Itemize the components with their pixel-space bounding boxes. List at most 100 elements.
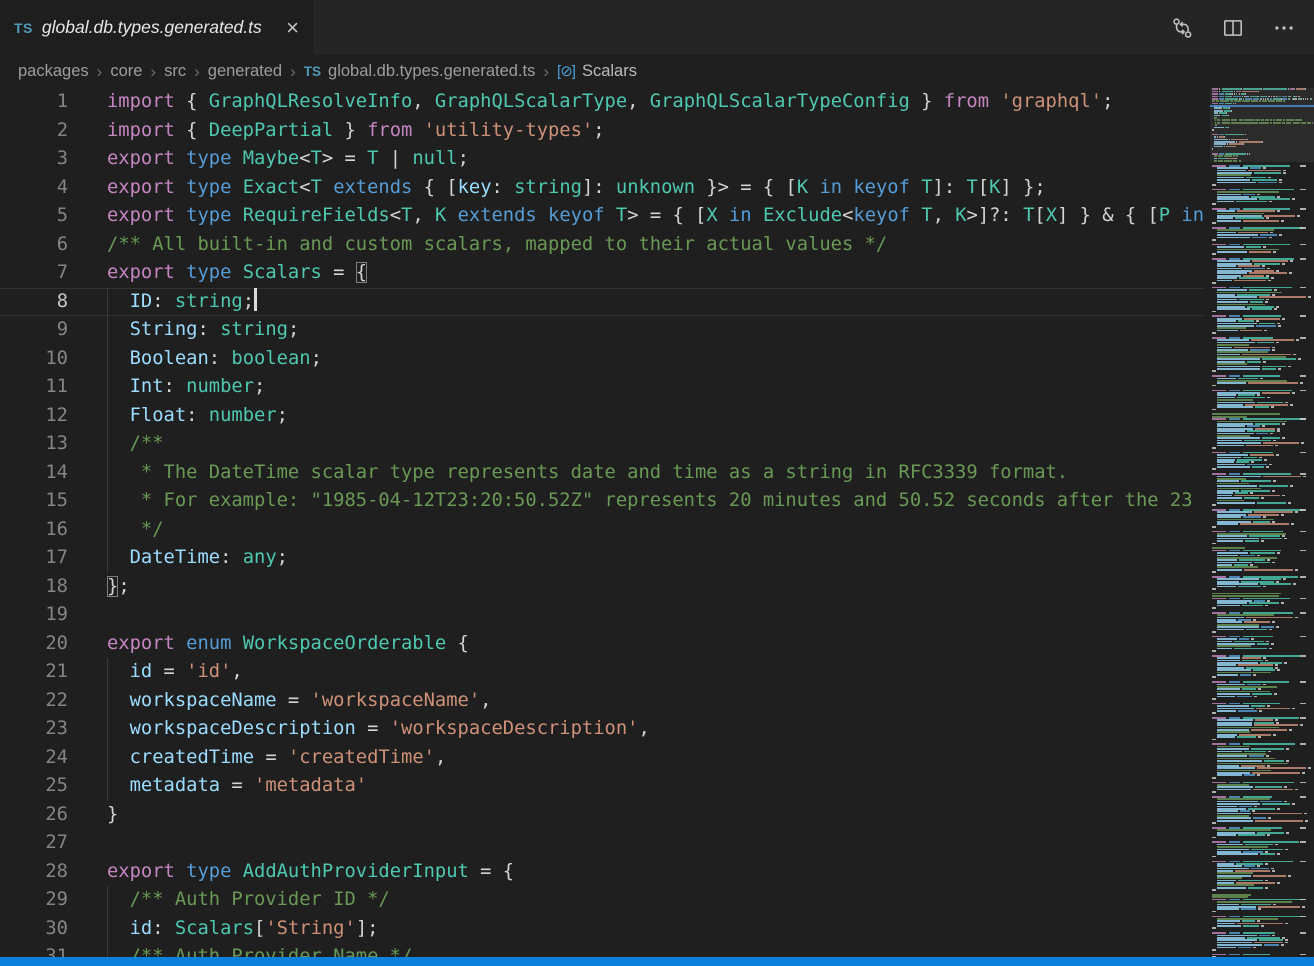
close-icon[interactable]: × bbox=[284, 17, 301, 39]
code-line-text: } bbox=[107, 801, 118, 830]
line-number: 12 bbox=[0, 402, 68, 431]
typescript-file-icon: TS bbox=[14, 20, 33, 36]
line-number: 26 bbox=[0, 801, 68, 830]
indent-guide bbox=[107, 687, 108, 716]
code-line: 29 /** Auth Provider ID */ bbox=[0, 886, 1204, 915]
editor-actions bbox=[1170, 0, 1314, 55]
code-editor: 1import { GraphQLResolveInfo, GraphQLSca… bbox=[0, 88, 1314, 966]
code-line: 6/** All built-in and custom scalars, ma… bbox=[0, 231, 1204, 260]
tab-bar: TS global.db.types.generated.ts × bbox=[0, 0, 1314, 55]
line-number: 8 bbox=[0, 288, 68, 317]
more-actions-icon[interactable] bbox=[1272, 16, 1296, 40]
line-number: 13 bbox=[0, 430, 68, 459]
code-line-text: /** bbox=[107, 430, 164, 459]
code-line: 25 metadata = 'metadata' bbox=[0, 772, 1204, 801]
code-line: 30 id: Scalars['String']; bbox=[0, 915, 1204, 944]
code-line-text: export type Maybe<T> = T | null; bbox=[107, 145, 469, 174]
line-number: 3 bbox=[0, 145, 68, 174]
code-area[interactable]: 1import { GraphQLResolveInfo, GraphQLSca… bbox=[0, 88, 1204, 966]
code-line-text: * For example: "1985-04-12T23:20:50.52Z"… bbox=[107, 487, 1193, 516]
code-line: 22 workspaceName = 'workspaceName', bbox=[0, 687, 1204, 716]
minimap-current-line-marker bbox=[1210, 105, 1314, 108]
code-line: 8 ID: string; bbox=[0, 288, 1204, 317]
vscode-window: TS global.db.types.generated.ts × packag… bbox=[0, 0, 1314, 966]
breadcrumb-item-packages[interactable]: packages bbox=[18, 62, 89, 81]
breadcrumb-item-global-db-types-generated-ts[interactable]: TSglobal.db.types.generated.ts bbox=[304, 62, 536, 81]
indent-guide bbox=[107, 487, 108, 516]
code-line-text: Float: number; bbox=[107, 402, 288, 431]
indent-guide bbox=[107, 886, 108, 915]
code-line-text: String: string; bbox=[107, 316, 299, 345]
code-line-text: id = 'id', bbox=[107, 658, 243, 687]
breadcrumb-item-core[interactable]: core bbox=[110, 62, 142, 81]
code-line: 11 Int: number; bbox=[0, 373, 1204, 402]
line-number: 9 bbox=[0, 316, 68, 345]
line-number: 22 bbox=[0, 687, 68, 716]
code-line: 13 /** bbox=[0, 430, 1204, 459]
code-line: 24 createdTime = 'createdTime', bbox=[0, 744, 1204, 773]
text-cursor bbox=[254, 288, 257, 311]
indent-guide bbox=[107, 744, 108, 773]
indent-guide bbox=[107, 373, 108, 402]
code-line-text: * The DateTime scalar type represents da… bbox=[107, 459, 1068, 488]
split-editor-icon[interactable] bbox=[1221, 16, 1245, 40]
code-line: 17 DateTime: any; bbox=[0, 544, 1204, 573]
open-changes-icon[interactable] bbox=[1170, 16, 1194, 40]
line-number: 21 bbox=[0, 658, 68, 687]
breadcrumb-item-scalars[interactable]: [⊘]Scalars bbox=[557, 62, 637, 81]
code-line-text: id: Scalars['String']; bbox=[107, 915, 378, 944]
typescript-file-icon: TS bbox=[304, 64, 321, 79]
code-line-text: /** All built-in and custom scalars, map… bbox=[107, 231, 887, 260]
code-line: 28export type AddAuthProviderInput = { bbox=[0, 858, 1204, 887]
chevron-separator: › bbox=[150, 62, 156, 82]
code-line-text: Boolean: boolean; bbox=[107, 345, 322, 374]
code-line: 27 bbox=[0, 829, 1204, 858]
line-number: 23 bbox=[0, 715, 68, 744]
breadcrumb-item-generated[interactable]: generated bbox=[208, 62, 282, 81]
indent-guide bbox=[107, 772, 108, 801]
code-line-text: export type Scalars = { bbox=[107, 259, 367, 288]
line-number: 10 bbox=[0, 345, 68, 374]
line-number: 18 bbox=[0, 573, 68, 602]
indent-guide bbox=[107, 316, 108, 345]
breadcrumb: packages›core›src›generated›TSglobal.db.… bbox=[0, 55, 1314, 88]
tab-global-db-types-generated[interactable]: TS global.db.types.generated.ts × bbox=[0, 0, 313, 55]
line-number: 20 bbox=[0, 630, 68, 659]
line-number: 4 bbox=[0, 174, 68, 203]
breadcrumb-item-src[interactable]: src bbox=[164, 62, 186, 81]
indent-guide bbox=[107, 658, 108, 687]
code-line: 15 * For example: "1985-04-12T23:20:50.5… bbox=[0, 487, 1204, 516]
code-line: 18}; bbox=[0, 573, 1204, 602]
code-line: 23 workspaceDescription = 'workspaceDesc… bbox=[0, 715, 1204, 744]
code-line: 3 export type Maybe<T> = T | null; bbox=[0, 145, 1204, 174]
code-line-text: workspaceDescription = 'workspaceDescrip… bbox=[107, 715, 650, 744]
tab-title: global.db.types.generated.ts bbox=[42, 17, 262, 38]
chevron-separator: › bbox=[290, 62, 296, 82]
line-number: 7 bbox=[0, 259, 68, 288]
code-line-text: Int: number; bbox=[107, 373, 265, 402]
code-line-text: import { DeepPartial } from 'utility-typ… bbox=[107, 117, 605, 146]
line-number: 16 bbox=[0, 516, 68, 545]
code-line-text: export type Exact<T extends { [key: stri… bbox=[107, 174, 1046, 203]
minimap[interactable] bbox=[1210, 88, 1314, 966]
code-line: 1import { GraphQLResolveInfo, GraphQLSca… bbox=[0, 88, 1204, 117]
line-number: 5 bbox=[0, 202, 68, 231]
code-line-text: */ bbox=[107, 516, 164, 545]
indent-guide bbox=[107, 345, 108, 374]
line-number: 25 bbox=[0, 772, 68, 801]
code-line: 14 * The DateTime scalar type represents… bbox=[0, 459, 1204, 488]
code-line-text: export type AddAuthProviderInput = { bbox=[107, 858, 514, 887]
indent-guide bbox=[107, 459, 108, 488]
line-number: 17 bbox=[0, 544, 68, 573]
code-line-text: metadata = 'metadata' bbox=[107, 772, 367, 801]
line-number: 24 bbox=[0, 744, 68, 773]
code-line-text: }; bbox=[107, 573, 130, 602]
line-number: 29 bbox=[0, 886, 68, 915]
code-line: 7 export type Scalars = { bbox=[0, 259, 1204, 288]
code-line-text: import { GraphQLResolveInfo, GraphQLScal… bbox=[107, 88, 1113, 117]
code-line-text: /** Auth Provider ID */ bbox=[107, 886, 390, 915]
minimap-slider[interactable] bbox=[1210, 88, 1314, 162]
chevron-separator: › bbox=[543, 62, 549, 82]
indent-guide bbox=[107, 715, 108, 744]
code-line-text: ID: string; bbox=[107, 288, 257, 317]
